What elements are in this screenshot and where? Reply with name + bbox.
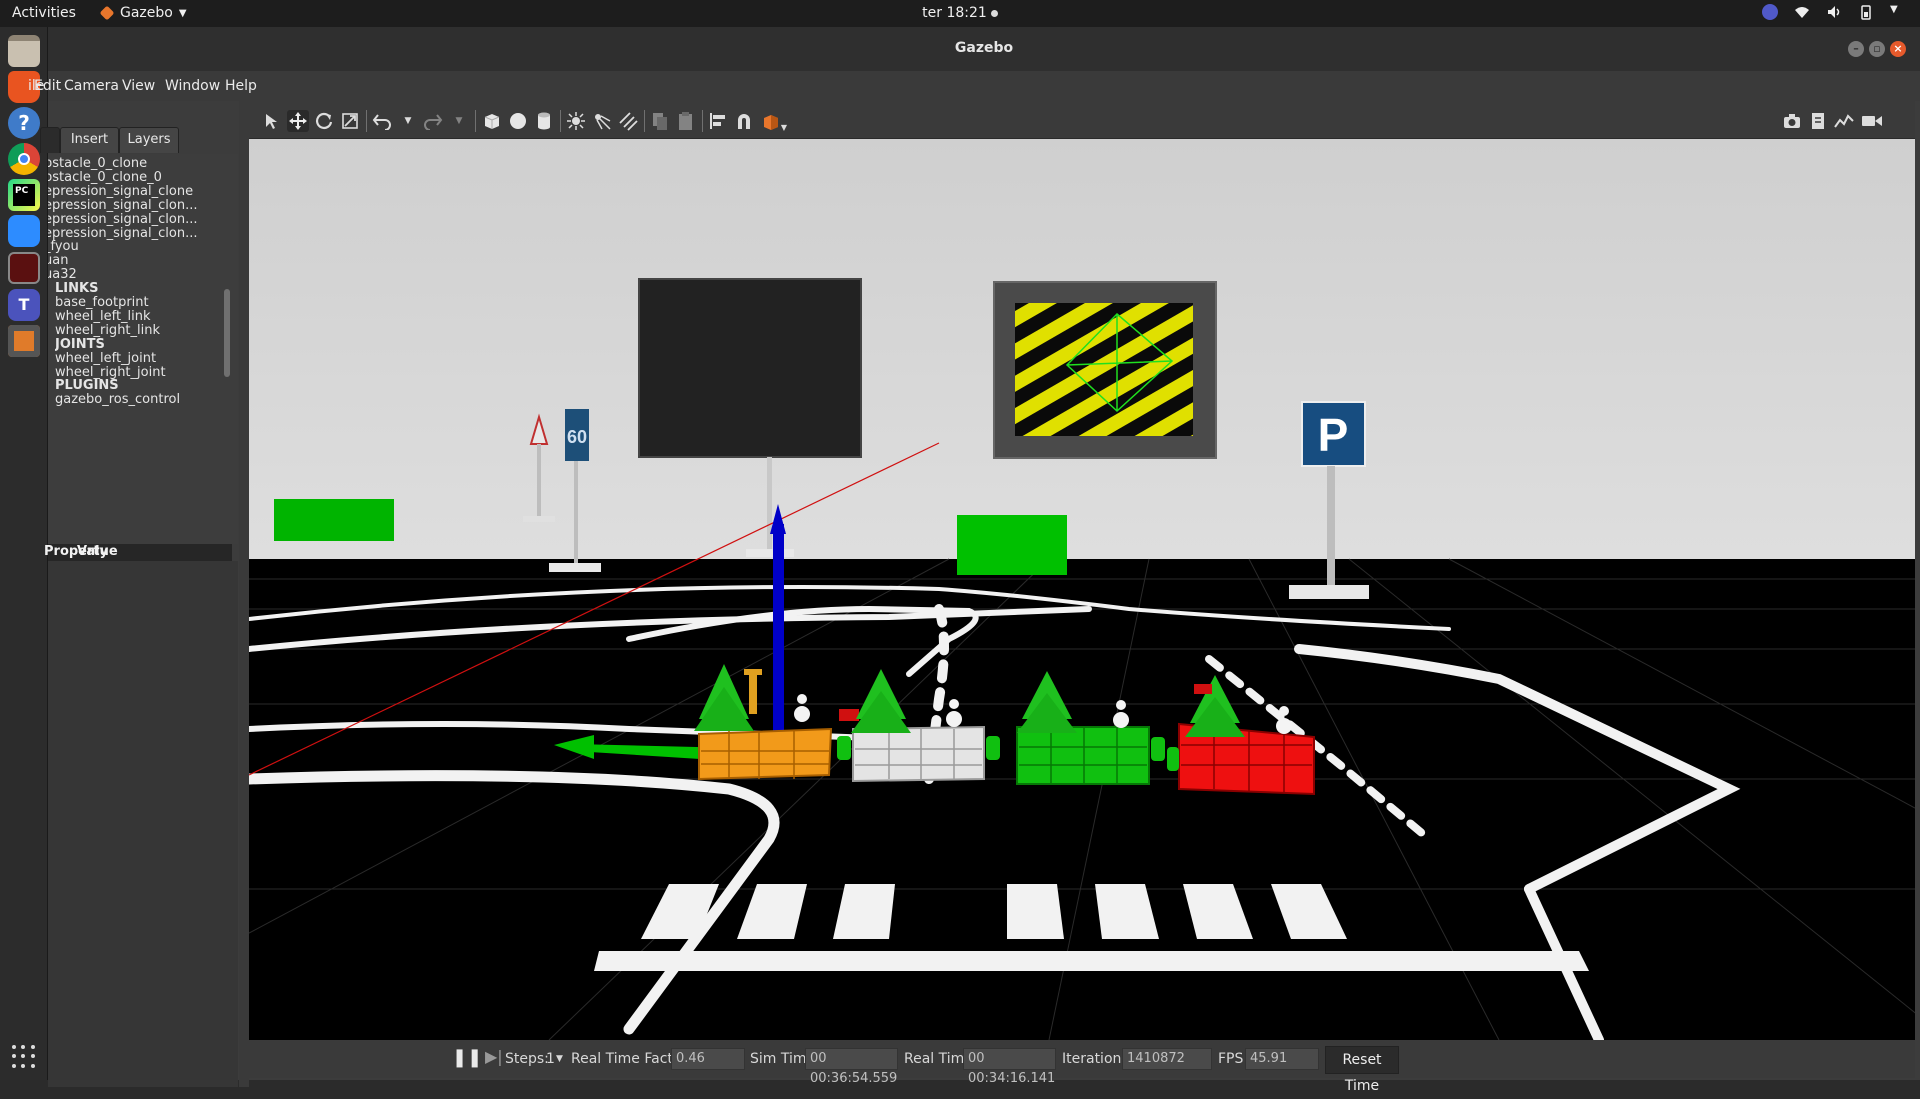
maximize-icon[interactable]: ▫: [1869, 41, 1885, 57]
translate-icon[interactable]: [287, 110, 309, 132]
chrome-icon[interactable]: [8, 143, 40, 175]
clock[interactable]: ter 18:21: [0, 5, 1920, 21]
menu-window[interactable]: Window: [165, 78, 220, 94]
steps-dropdown-icon[interactable]: ▼: [556, 1054, 563, 1064]
help-icon[interactable]: ?: [8, 107, 40, 139]
steps-label: Steps:: [505, 1051, 549, 1067]
system-menu-chevron-icon[interactable]: ▼: [1890, 4, 1906, 20]
teams-icon[interactable]: T: [8, 289, 40, 321]
teams-tray-icon[interactable]: [1762, 4, 1778, 20]
parking-sign-text: P: [1318, 409, 1349, 461]
panel-splitter[interactable]: [239, 101, 249, 1087]
tab-insert[interactable]: Insert: [60, 127, 119, 153]
rtf-value: 0.46: [671, 1048, 745, 1070]
zoom-icon[interactable]: [8, 215, 40, 247]
rotate-icon[interactable]: [313, 110, 335, 132]
window-title: Gazebo: [954, 40, 1014, 56]
menu-camera[interactable]: Camera: [64, 78, 119, 94]
reset-time-button[interactable]: Reset Time: [1325, 1046, 1399, 1094]
volume-icon[interactable]: [1826, 4, 1842, 20]
battery-icon[interactable]: [1858, 4, 1874, 20]
wifi-icon[interactable]: [1794, 4, 1810, 20]
menu-view[interactable]: View: [122, 78, 155, 94]
notification-dot-icon: [990, 9, 998, 17]
ubuntu-dock: ? PC T: [0, 27, 48, 1080]
green-obstacle-left: [274, 499, 394, 541]
view-angle-dropdown-icon[interactable]: ▼: [773, 116, 795, 138]
left-panel: Insert Layers bstacle_0_clone bstacle_0_c…: [40, 101, 238, 1087]
tab-layers[interactable]: Layers: [119, 127, 179, 153]
spot-light-icon[interactable]: [591, 110, 613, 132]
sim-time-value: 00 00:36:54.559: [805, 1048, 898, 1086]
snap-icon[interactable]: [733, 110, 755, 132]
property-header: Property Value: [44, 544, 232, 561]
files-icon[interactable]: [8, 35, 40, 67]
directional-light-icon[interactable]: [617, 110, 639, 132]
fps-value: 45.91: [1245, 1048, 1319, 1070]
gazebo-dock-icon[interactable]: [8, 325, 40, 357]
steps-value[interactable]: 1: [546, 1051, 555, 1067]
screenshot-icon[interactable]: [1781, 110, 1803, 132]
select-icon[interactable]: [261, 110, 283, 132]
iterations-value: 1410872: [1122, 1048, 1212, 1070]
menu-edit[interactable]: Edit: [34, 78, 61, 94]
paste-icon[interactable]: [675, 110, 697, 132]
system-top-bar: Activities Gazebo ▼ ter 18:21 ▼: [0, 0, 1920, 27]
menu-help[interactable]: Help: [225, 78, 257, 94]
fps-label: FPS:: [1218, 1051, 1249, 1067]
minimize-icon[interactable]: –: [1848, 41, 1864, 57]
show-applications-icon[interactable]: [12, 1045, 36, 1069]
redo-icon[interactable]: [422, 110, 444, 132]
speed-sign-text: 60: [567, 427, 587, 447]
step-icon[interactable]: ▶|: [485, 1047, 503, 1066]
real-time-value: 00 00:34:16.141: [963, 1048, 1056, 1086]
left-panel-tabs: Insert Layers: [40, 127, 238, 153]
align-icon[interactable]: [707, 110, 729, 132]
point-light-icon[interactable]: [565, 110, 587, 132]
time-panel: ❚❚ ▶| Steps: 1 ▼ Real Time Factor: 0.46 …: [249, 1040, 1915, 1094]
green-obstacle-center: [957, 515, 1067, 575]
window-titlebar[interactable]: Gazebo – ▫ ×: [48, 27, 1920, 71]
pycharm-icon[interactable]: PC: [8, 179, 40, 211]
model-tree: bstacle_0_clone bstacle_0_clone_0 epressio…: [48, 154, 238, 544]
sphere-icon[interactable]: [507, 110, 529, 132]
pause-icon[interactable]: ❚❚: [452, 1047, 482, 1068]
render-viewport[interactable]: 60 P: [249, 139, 1915, 1040]
scene-toolbar: ▼ ▼ ▼: [249, 101, 1915, 139]
plot-icon[interactable]: [1833, 110, 1855, 132]
redo-dropdown-icon[interactable]: ▼: [448, 110, 470, 132]
copy-icon[interactable]: [649, 110, 671, 132]
tab-world[interactable]: [40, 127, 60, 153]
undo-dropdown-icon[interactable]: ▼: [397, 110, 419, 132]
billboard-depression-signal: [993, 281, 1217, 459]
tree-item[interactable]: gazebo_ros_control: [55, 392, 235, 409]
log-icon[interactable]: [1807, 110, 1829, 132]
video-record-icon[interactable]: [1861, 110, 1883, 132]
clock-label: ter 18:21: [922, 5, 987, 21]
undo-icon[interactable]: [371, 110, 393, 132]
close-icon[interactable]: ×: [1890, 41, 1906, 57]
terminal-like-icon[interactable]: [8, 252, 40, 284]
z-axis-handle: [773, 524, 784, 764]
value-column-header[interactable]: Value: [77, 544, 118, 559]
menu-bar: ile Edit Camera View Window Help: [28, 71, 1920, 101]
property-panel: [48, 561, 238, 1087]
cylinder-icon[interactable]: [533, 110, 555, 132]
gazebo-window: Gazebo – ▫ × ile Edit Camera View Window…: [28, 27, 1920, 1094]
box-icon[interactable]: [481, 110, 503, 132]
scale-icon[interactable]: [339, 110, 361, 132]
